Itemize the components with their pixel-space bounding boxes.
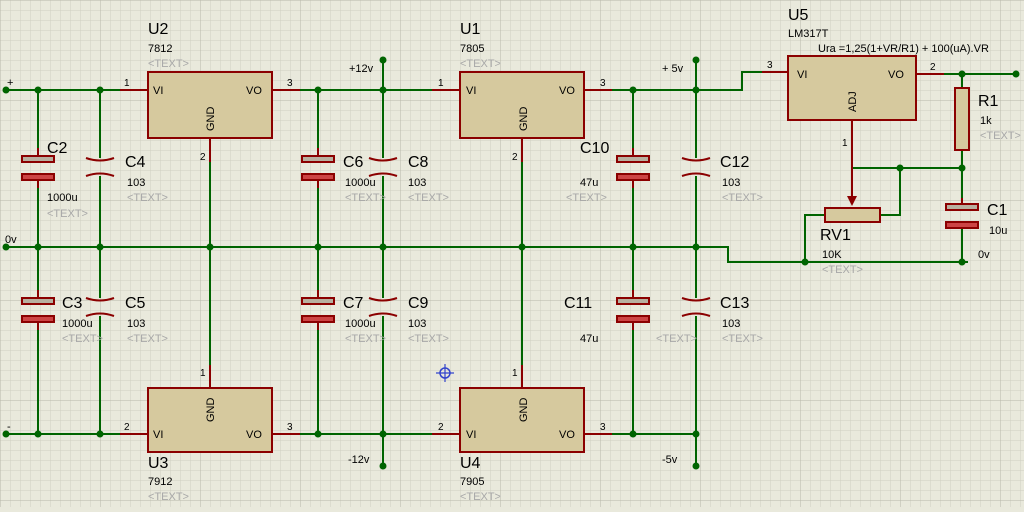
svg-text:2: 2 <box>438 422 444 433</box>
u1-value: 7805 <box>460 43 484 55</box>
u2-value: 7812 <box>148 43 172 55</box>
pin-vo-label: VO <box>559 429 575 441</box>
u5-ref: U5 <box>788 7 809 24</box>
svg-text:C3: C3 <box>62 295 83 312</box>
svg-text:C13: C13 <box>720 295 749 312</box>
net-label-minus12v: -12v <box>348 454 370 466</box>
svg-text:1: 1 <box>200 368 206 379</box>
svg-text:47u: 47u <box>580 333 598 345</box>
svg-text:<TEXT>: <TEXT> <box>722 333 763 345</box>
pin-vo-label: VO <box>246 429 262 441</box>
u4-ref: U4 <box>460 455 481 472</box>
net-label-minus: - <box>7 421 11 433</box>
net-label-0v-right: 0v <box>978 249 990 261</box>
svg-text:10K: 10K <box>822 249 842 261</box>
svg-text:C9: C9 <box>408 295 429 312</box>
svg-text:<TEXT>: <TEXT> <box>980 130 1021 142</box>
pin-vi-label: VI <box>797 69 807 81</box>
pin-vi-label: VI <box>153 85 163 97</box>
svg-text:<TEXT>: <TEXT> <box>345 192 386 204</box>
u3-value: 7912 <box>148 476 172 488</box>
svg-text:47u: 47u <box>580 177 598 189</box>
u2-ref: U2 <box>148 21 169 38</box>
svg-text:1000u: 1000u <box>345 177 376 189</box>
svg-text:103: 103 <box>722 318 740 330</box>
pin-gnd-label: GND <box>518 107 530 132</box>
svg-text:3: 3 <box>767 60 773 71</box>
svg-text:2: 2 <box>124 422 130 433</box>
svg-text:C7: C7 <box>343 295 364 312</box>
svg-text:<TEXT>: <TEXT> <box>566 192 607 204</box>
svg-text:C6: C6 <box>343 154 364 171</box>
pin-vo-label: VO <box>246 85 262 97</box>
pin-vi-label: VI <box>153 429 163 441</box>
svg-text:C8: C8 <box>408 154 429 171</box>
svg-text:103: 103 <box>127 318 145 330</box>
svg-text:C5: C5 <box>125 295 146 312</box>
net-label-plus5v: + 5v <box>662 63 684 75</box>
u4-text: <TEXT> <box>460 491 501 503</box>
svg-text:1: 1 <box>438 78 444 89</box>
pin-vo-label: VO <box>888 69 904 81</box>
svg-text:3: 3 <box>287 422 293 433</box>
pin-vo-label: VO <box>559 85 575 97</box>
u3-text: <TEXT> <box>148 491 189 503</box>
svg-text:1: 1 <box>842 138 848 149</box>
net-label-plus12v: +12v <box>349 63 374 75</box>
u4-value: 7905 <box>460 476 484 488</box>
svg-text:1000u: 1000u <box>345 318 376 330</box>
svg-text:<TEXT>: <TEXT> <box>127 333 168 345</box>
pin-vi-label: VI <box>466 429 476 441</box>
svg-text:<TEXT>: <TEXT> <box>47 208 88 220</box>
pin-gnd-label: GND <box>518 398 530 423</box>
svg-text:C2: C2 <box>47 140 68 157</box>
svg-text:<TEXT>: <TEXT> <box>345 333 386 345</box>
u5-formula: Ura =1,25(1+VR/R1) + 100(uA).VR <box>818 43 989 55</box>
svg-text:C10: C10 <box>580 140 609 157</box>
net-label-0v-left: 0v <box>5 234 17 246</box>
svg-text:3: 3 <box>600 78 606 89</box>
svg-text:<TEXT>: <TEXT> <box>127 192 168 204</box>
u2-text: <TEXT> <box>148 58 189 70</box>
svg-text:1k: 1k <box>980 115 992 127</box>
pin-adj-label: ADJ <box>847 91 859 112</box>
u5-value: LM317T <box>788 28 829 40</box>
u1-text: <TEXT> <box>460 58 501 70</box>
svg-text:103: 103 <box>408 177 426 189</box>
u3-ref: U3 <box>148 455 169 472</box>
svg-text:3: 3 <box>287 78 293 89</box>
svg-text:2: 2 <box>200 152 206 163</box>
net-label-plus: + <box>7 77 13 89</box>
svg-text:C11: C11 <box>564 295 592 312</box>
svg-text:103: 103 <box>408 318 426 330</box>
svg-text:C12: C12 <box>720 154 749 171</box>
svg-text:C1: C1 <box>987 202 1008 219</box>
svg-text:<TEXT>: <TEXT> <box>722 192 763 204</box>
pin-vi-label: VI <box>466 85 476 97</box>
svg-text:1000u: 1000u <box>62 318 93 330</box>
svg-text:<TEXT>: <TEXT> <box>62 333 103 345</box>
svg-text:RV1: RV1 <box>820 227 851 244</box>
svg-text:1: 1 <box>512 368 518 379</box>
svg-text:C4: C4 <box>125 154 146 171</box>
svg-text:<TEXT>: <TEXT> <box>822 264 863 276</box>
svg-text:2: 2 <box>512 152 518 163</box>
svg-text:3: 3 <box>600 422 606 433</box>
svg-text:<TEXT>: <TEXT> <box>656 333 697 345</box>
svg-text:103: 103 <box>722 177 740 189</box>
svg-text:1000u: 1000u <box>47 192 78 204</box>
svg-text:<TEXT>: <TEXT> <box>408 192 449 204</box>
svg-text:1: 1 <box>124 78 130 89</box>
net-label-minus5v: -5v <box>662 454 678 466</box>
pin-gnd-label: GND <box>205 107 217 132</box>
u1-ref: U1 <box>460 21 481 38</box>
svg-text:10u: 10u <box>989 225 1007 237</box>
svg-text:2: 2 <box>930 62 936 73</box>
svg-text:103: 103 <box>127 177 145 189</box>
pin-gnd-label: GND <box>205 398 217 423</box>
svg-text:R1: R1 <box>978 93 999 110</box>
schematic-diagram: + 0v - +12v + 5v -12v -5v 0v 1 3 2 VI VO… <box>0 0 1024 507</box>
schematic-canvas[interactable]: + 0v - +12v + 5v -12v -5v 0v 1 3 2 VI VO… <box>0 0 1024 507</box>
svg-text:<TEXT>: <TEXT> <box>408 333 449 345</box>
